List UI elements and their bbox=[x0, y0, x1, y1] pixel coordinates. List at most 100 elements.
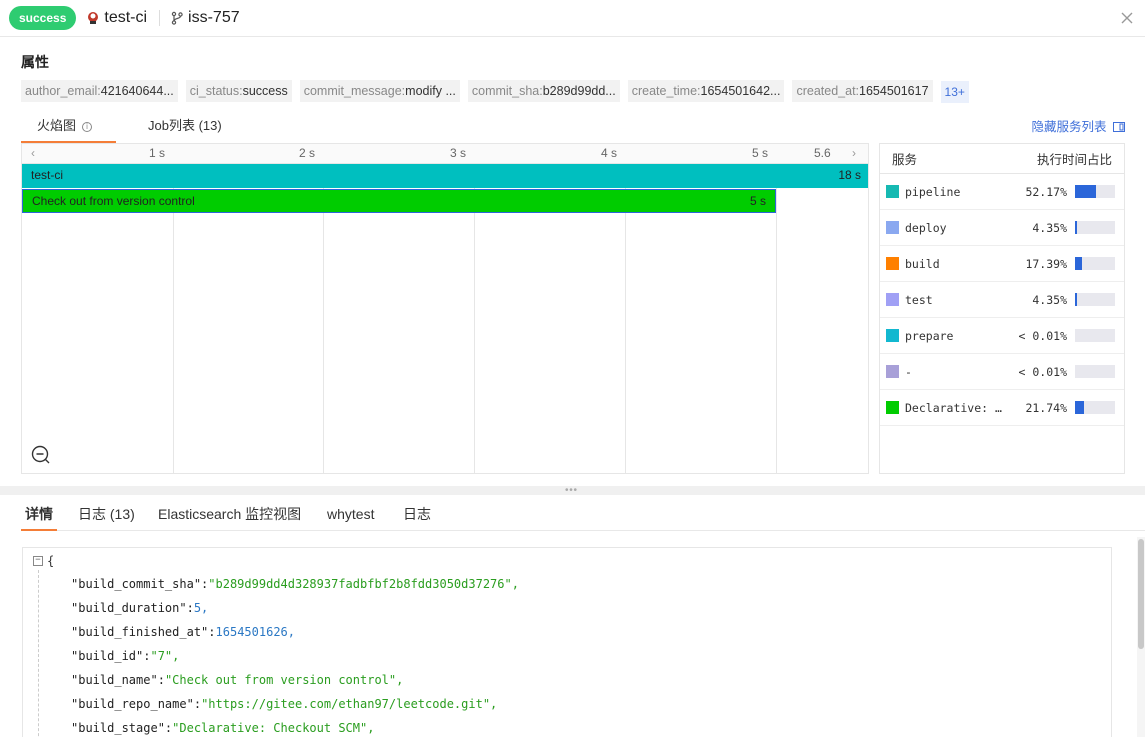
attribute-tag[interactable]: ci_status:success bbox=[185, 80, 292, 102]
json-root: − { bbox=[33, 554, 54, 568]
panel-toggle-icon bbox=[1113, 122, 1125, 132]
service-row[interactable]: pipeline 52.17% bbox=[880, 174, 1124, 210]
attribute-tag[interactable]: commit_sha:b289d99dd... bbox=[467, 80, 620, 102]
span-bar-root[interactable]: test-ci 18 s bbox=[22, 164, 868, 188]
json-colon: : bbox=[186, 601, 194, 615]
status-badge: success bbox=[9, 6, 77, 30]
service-percent: 4.35% bbox=[1032, 220, 1067, 235]
drag-grip-icon: • • • bbox=[565, 485, 577, 496]
scrollbar[interactable] bbox=[1137, 537, 1145, 737]
attribute-tags: author_email:421640644... ci_status:succ… bbox=[21, 79, 969, 103]
tick-label: 2 s bbox=[298, 146, 315, 160]
attributes-title: 属性 bbox=[21, 54, 49, 70]
service-name: deploy bbox=[905, 220, 947, 235]
service-row[interactable]: build 17.39% bbox=[880, 246, 1124, 282]
json-value: "b289d99dd4d328937fadbfbf2b8fdd3050d3727… bbox=[208, 577, 519, 591]
service-color-swatch bbox=[886, 221, 899, 234]
hide-services-link[interactable]: 隐藏服务列表 bbox=[1032, 113, 1125, 141]
span-bar-selected[interactable]: Check out from version control 5 s bbox=[22, 189, 776, 213]
json-colon: : bbox=[157, 673, 165, 687]
attribute-tag[interactable]: commit_message:modify ... bbox=[299, 80, 460, 102]
service-panel: 服务 执行时间占比 pipeline 52.17% deploy 4.35% build… bbox=[879, 143, 1125, 474]
chevron-right-icon[interactable]: › bbox=[852, 146, 856, 160]
service-progress bbox=[1075, 365, 1115, 378]
service-name: pipeline bbox=[905, 184, 961, 199]
service-color-swatch bbox=[886, 185, 899, 198]
service-progress-fill bbox=[1075, 185, 1096, 198]
chevron-left-icon[interactable]: ‹ bbox=[31, 146, 35, 160]
tab-flame-graph[interactable]: 火焰图 i bbox=[21, 113, 116, 143]
more-tags-button[interactable]: 13+ bbox=[940, 81, 969, 103]
json-line: "build_name":"Check out from version con… bbox=[71, 668, 403, 692]
json-key: "build_finished_at" bbox=[71, 625, 209, 639]
service-progress bbox=[1075, 401, 1115, 414]
json-line: "build_finished_at":1654501626, bbox=[71, 620, 295, 644]
service-percent: 4.35% bbox=[1032, 292, 1067, 307]
json-key: "build_duration" bbox=[71, 601, 187, 615]
json-line: "build_repo_name":"https://gitee.com/eth… bbox=[71, 692, 497, 716]
json-key: "build_stage" bbox=[71, 721, 165, 735]
service-progress-fill bbox=[1075, 401, 1084, 414]
json-line: "build_duration":5, bbox=[71, 596, 208, 620]
service-percent: < 0.01% bbox=[1018, 364, 1067, 379]
service-percent: 52.17% bbox=[1025, 184, 1067, 199]
service-progress bbox=[1075, 329, 1115, 342]
json-value: 5, bbox=[193, 601, 209, 615]
resize-handle[interactable]: • • • bbox=[0, 485, 1145, 496]
info-icon: i bbox=[82, 122, 93, 132]
service-panel-header: 服务 执行时间占比 bbox=[880, 144, 1124, 174]
json-viewer: − { "build_commit_sha":"b289d99dd4d32893… bbox=[22, 547, 1112, 737]
service-percent: < 0.01% bbox=[1018, 328, 1067, 343]
service-row[interactable]: deploy 4.35% bbox=[880, 210, 1124, 246]
tab-elasticsearch[interactable]: Elasticsearch 监控视图 bbox=[158, 500, 301, 531]
attribute-tag[interactable]: created_at:1654501617 bbox=[792, 80, 933, 102]
service-name: test-ci bbox=[104, 9, 148, 26]
service-percent: 21.74% bbox=[1025, 400, 1067, 415]
tab-logs[interactable]: 日志 bbox=[403, 500, 431, 531]
json-value: "Declarative: Checkout SCM", bbox=[172, 721, 375, 735]
service-color-swatch bbox=[886, 293, 899, 306]
service-color-swatch bbox=[886, 257, 899, 270]
indent-guide bbox=[38, 570, 39, 737]
service-progress-fill bbox=[1075, 293, 1077, 306]
tick-label: 1 s bbox=[148, 146, 165, 160]
tab-whytest[interactable]: whytest bbox=[327, 500, 374, 531]
json-value: 1654501626, bbox=[215, 625, 295, 639]
service-progress bbox=[1075, 221, 1115, 234]
service-row[interactable]: - < 0.01% bbox=[880, 354, 1124, 390]
service-color-swatch bbox=[886, 329, 899, 342]
json-key: "build_commit_sha" bbox=[71, 577, 202, 591]
scrollbar-thumb[interactable] bbox=[1138, 539, 1144, 649]
tab-details[interactable]: 详情 bbox=[21, 500, 57, 531]
drawer-header: success test-ci iss-757 bbox=[0, 0, 1145, 37]
branch-icon bbox=[171, 11, 183, 25]
tab-logs-13[interactable]: 日志 (13) bbox=[78, 500, 135, 531]
tick-label: 3 s bbox=[449, 146, 466, 160]
service-icon bbox=[88, 12, 99, 24]
tick-label: 4 s bbox=[600, 146, 617, 160]
detail-tabs: 详情 日志 (13) Elasticsearch 监控视图 whytest 日志 bbox=[21, 500, 1145, 531]
service-percent: 17.39% bbox=[1025, 256, 1067, 271]
service-name: test bbox=[905, 292, 933, 307]
zoom-out-icon[interactable] bbox=[31, 445, 51, 465]
tab-job-list[interactable]: Job列表 (13) bbox=[148, 113, 222, 143]
json-key: "build_id" bbox=[71, 649, 144, 663]
attribute-tag[interactable]: create_time:1654501642... bbox=[627, 80, 785, 102]
collapse-icon[interactable]: − bbox=[33, 556, 43, 566]
service-row[interactable]: prepare < 0.01% bbox=[880, 318, 1124, 354]
service-progress-fill bbox=[1075, 221, 1077, 234]
attribute-tag[interactable]: author_email:421640644... bbox=[21, 80, 178, 102]
service-row[interactable]: test 4.35% bbox=[880, 282, 1124, 318]
service-color-swatch bbox=[886, 401, 899, 414]
tick-label: 5.6 bbox=[814, 146, 831, 160]
service-color-swatch bbox=[886, 365, 899, 378]
json-line: "build_commit_sha":"b289d99dd4d328937fad… bbox=[71, 572, 519, 596]
json-value: "https://gitee.com/ethan97/leetcode.git"… bbox=[201, 697, 498, 711]
json-key: "build_repo_name" bbox=[71, 697, 194, 711]
close-icon[interactable] bbox=[1119, 10, 1135, 26]
branch-name: iss-757 bbox=[188, 9, 240, 26]
json-value: "7", bbox=[150, 649, 180, 663]
service-row[interactable]: Declarative: … 21.74% bbox=[880, 390, 1124, 426]
service-progress bbox=[1075, 257, 1115, 270]
json-key: "build_name" bbox=[71, 673, 158, 687]
